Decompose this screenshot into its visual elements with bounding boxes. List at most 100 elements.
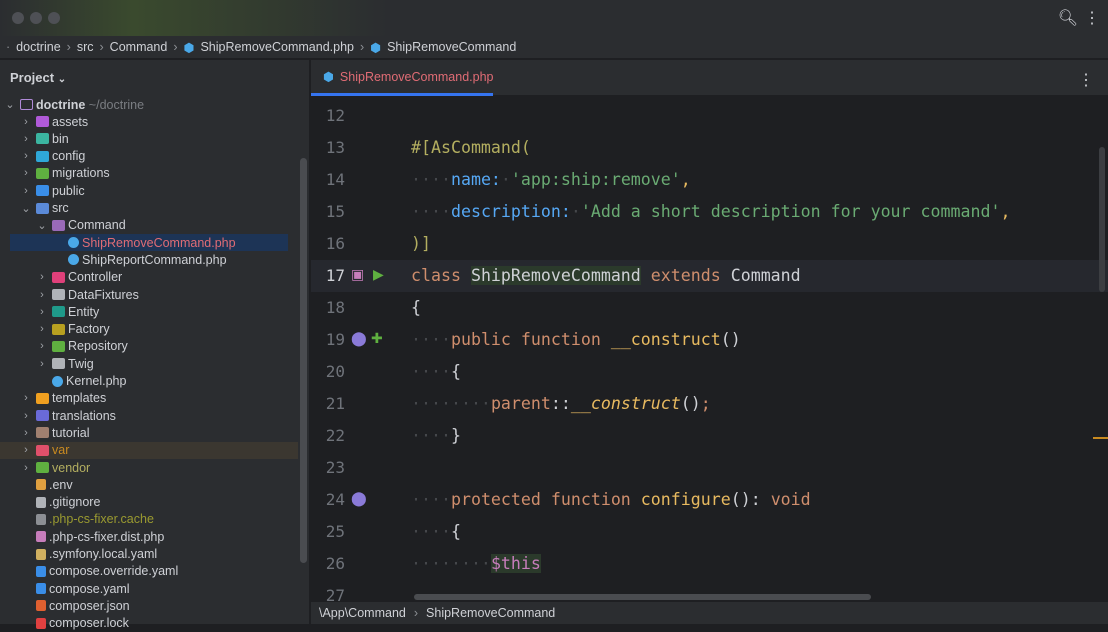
line-number[interactable]: 13 [311, 138, 345, 157]
chevron-right-icon[interactable]: › [20, 133, 32, 145]
tree-item-datafixtures[interactable]: › DataFixtures [0, 286, 298, 303]
chevron-right-icon[interactable]: › [20, 444, 32, 456]
line-number[interactable]: 25 [311, 522, 345, 541]
chevron-right-icon[interactable]: › [36, 340, 48, 352]
tree-item-compose-override-yaml[interactable]: compose.override.yaml [0, 563, 298, 580]
tree-item--php-cs-fixer-dist-php[interactable]: .php-cs-fixer.dist.php [0, 528, 298, 545]
code-line[interactable]: ····{ [411, 520, 461, 544]
maximize-window-button[interactable] [48, 12, 60, 24]
chevron-right-icon[interactable]: › [36, 323, 48, 335]
line-number[interactable]: 17 [311, 266, 345, 285]
tree-item-var[interactable]: › var [0, 441, 298, 459]
code-line[interactable]: ····name:·'app:ship:remove', [411, 168, 691, 192]
editor-horizontal-scrollbar[interactable] [414, 594, 871, 600]
line-number[interactable]: 26 [311, 554, 345, 573]
breadcrumb-item[interactable]: src [77, 40, 94, 54]
tree-item--symfony-local-yaml[interactable]: .symfony.local.yaml [0, 546, 298, 563]
chevron-right-icon[interactable]: › [20, 462, 32, 474]
tree-item-command[interactable]: ⌄ Command [0, 217, 298, 234]
chevron-down-icon[interactable]: ⌄ [36, 219, 48, 232]
line-number[interactable]: 20 [311, 362, 345, 381]
more-options-icon[interactable]: ⋮ [1084, 8, 1100, 28]
tree-item-migrations[interactable]: › migrations [0, 165, 298, 182]
tree-item-tutorial[interactable]: › tutorial [0, 424, 298, 441]
chevron-right-icon[interactable]: › [36, 358, 48, 370]
code-line[interactable]: ····protected function configure(): void [411, 488, 811, 512]
tree-item-assets[interactable]: › assets [0, 113, 298, 130]
line-number[interactable]: 15 [311, 202, 345, 221]
tree-item-shipremovecommand-php[interactable]: ShipRemoveCommand.php [10, 234, 288, 252]
chevron-right-icon[interactable]: › [36, 271, 48, 283]
line-number[interactable]: 27 [311, 586, 345, 602]
chevron-right-icon[interactable]: › [20, 116, 32, 128]
chevron-right-icon[interactable]: › [36, 306, 48, 318]
tree-item-composer-json[interactable]: composer.json [0, 597, 298, 614]
tree-item-kernel-php[interactable]: Kernel.php [0, 373, 298, 390]
breadcrumb-item[interactable]: ShipRemoveCommand.php [200, 40, 354, 54]
line-number[interactable]: 14 [311, 170, 345, 189]
chevron-right-icon[interactable]: › [36, 289, 48, 301]
run-icon[interactable]: ▶ [373, 266, 384, 283]
tree-item-twig[interactable]: › Twig [0, 355, 298, 372]
chevron-right-icon[interactable]: › [20, 392, 32, 404]
chevron-right-icon[interactable]: › [20, 185, 32, 197]
line-number[interactable]: 18 [311, 298, 345, 317]
tree-item--gitignore[interactable]: .gitignore [0, 494, 298, 511]
chevron-right-icon[interactable]: › [20, 150, 32, 162]
code-line[interactable]: class ShipRemoveCommand extends Command [411, 264, 801, 288]
chevron-down-icon[interactable]: ⌄ [20, 202, 32, 215]
tree-item-compose-yaml[interactable]: compose.yaml [0, 580, 298, 597]
run-config-icon[interactable]: ▣ [351, 266, 364, 283]
code-line[interactable]: )] [411, 232, 431, 256]
code-line[interactable]: { [411, 296, 421, 320]
tree-item-src[interactable]: ⌄ src [0, 200, 298, 217]
tree-item-shipreportcommand-php[interactable]: ShipReportCommand.php [0, 251, 298, 268]
tree-item-translations[interactable]: › translations [0, 407, 298, 424]
search-icon[interactable]: 🔍︎ [1058, 8, 1078, 28]
tree-item-factory[interactable]: › Factory [0, 321, 298, 338]
sidebar-scrollbar[interactable] [300, 158, 307, 563]
editor-vertical-scrollbar[interactable] [1099, 147, 1105, 292]
tree-item--env[interactable]: .env [0, 476, 298, 493]
chevron-right-icon[interactable]: › [20, 167, 32, 179]
chevron-down-icon[interactable]: ⌄ [4, 98, 16, 111]
breadcrumb-item[interactable]: ShipRemoveCommand [387, 40, 516, 54]
minimize-window-button[interactable] [30, 12, 42, 24]
code-line[interactable]: ····} [411, 424, 461, 448]
class-crumb[interactable]: ShipRemoveCommand [426, 606, 555, 620]
tree-item-config[interactable]: › config [0, 148, 298, 165]
tree-item--php-cs-fixer-cache[interactable]: .php-cs-fixer.cache [0, 511, 298, 528]
breadcrumb-item[interactable]: Command [110, 40, 168, 54]
tab-shipremovecommand[interactable]: ⬢ ShipRemoveCommand.php [311, 60, 493, 96]
line-number[interactable]: 21 [311, 394, 345, 413]
tree-item-templates[interactable]: › templates [0, 390, 298, 407]
line-number[interactable]: 24 [311, 490, 345, 509]
breadcrumb-item[interactable]: doctrine [16, 40, 60, 54]
chevron-right-icon[interactable]: › [20, 427, 32, 439]
line-number[interactable]: 12 [311, 106, 345, 125]
project-view-selector[interactable]: Project ⌄ [10, 70, 66, 85]
tree-item-repository[interactable]: › Repository [0, 338, 298, 355]
line-number[interactable]: 16 [311, 234, 345, 253]
tree-item-controller[interactable]: › Controller [0, 269, 298, 286]
tree-root[interactable]: ⌄ doctrine ~/doctrine [0, 96, 298, 113]
line-number[interactable]: 23 [311, 458, 345, 477]
code-editor[interactable]: 12 13 #[AsCommand(14 ····name:·'app:ship:re… [311, 97, 1108, 602]
close-window-button[interactable] [12, 12, 24, 24]
override-icon[interactable]: ⬤ [351, 330, 367, 347]
code-line[interactable]: ····public function __construct() [411, 328, 741, 352]
tree-item-composer-lock[interactable]: composer.lock [0, 615, 298, 632]
code-line[interactable]: ········$this [411, 552, 541, 576]
line-number[interactable]: 22 [311, 426, 345, 445]
code-line[interactable]: ········parent::__construct(); [411, 392, 711, 416]
tree-item-entity[interactable]: › Entity [0, 303, 298, 320]
plugin-icon[interactable]: ✚ [371, 330, 383, 347]
tree-item-public[interactable]: › public [0, 182, 298, 199]
line-number[interactable]: 19 [311, 330, 345, 349]
namespace-crumb[interactable]: \App\Command [319, 606, 406, 620]
override-icon[interactable]: ⬤ [351, 490, 367, 507]
code-line[interactable]: ····description:·'Add a short descriptio… [411, 200, 1010, 224]
tree-item-vendor[interactable]: › vendor [0, 459, 298, 476]
code-line[interactable]: ····{ [411, 360, 461, 384]
warning-marker[interactable] [1093, 437, 1108, 439]
